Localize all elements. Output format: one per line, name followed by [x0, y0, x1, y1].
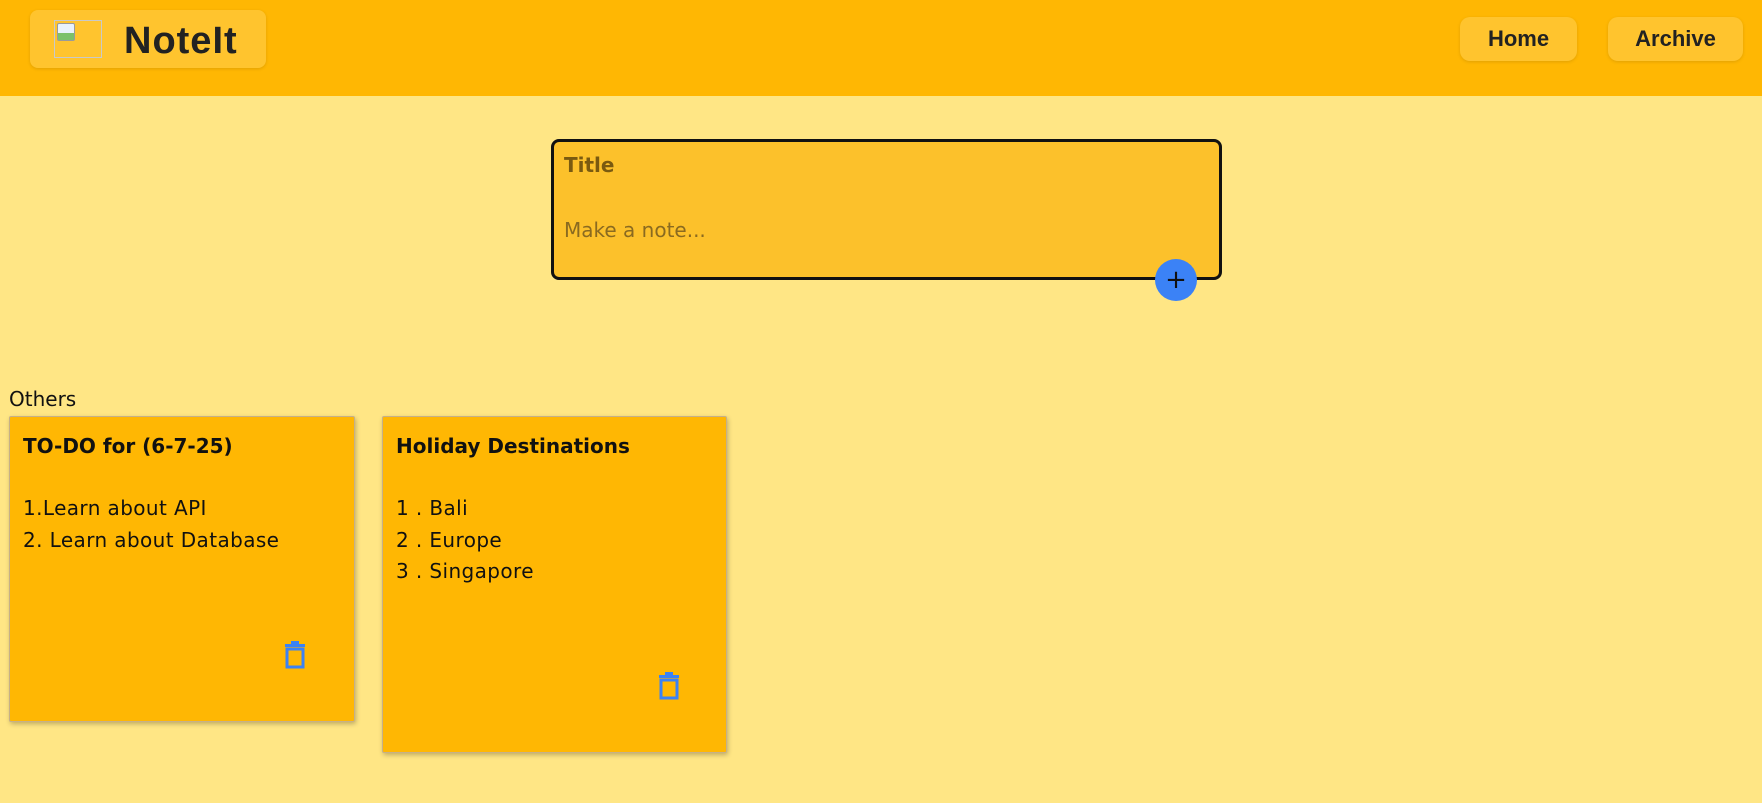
broken-image-icon: [57, 23, 75, 41]
home-button[interactable]: Home: [1460, 17, 1577, 61]
trash-icon[interactable]: [282, 641, 308, 669]
note-line: 3 . Singapore: [396, 559, 534, 583]
title-input[interactable]: [564, 150, 1204, 180]
note-line: 2. Learn about Database: [23, 527, 280, 552]
app-name: NoteIt: [124, 20, 238, 62]
add-note-button[interactable]: +: [1155, 259, 1197, 301]
plus-icon: +: [1165, 265, 1187, 295]
brand[interactable]: NoteIt: [30, 10, 266, 68]
note-content: 1.Learn about API 2. Learn about Databas…: [23, 493, 279, 556]
note-content: 1 . Bali 2 . Europe 3 . Singapore: [396, 493, 534, 588]
note-line: 1.Learn about API: [23, 496, 207, 520]
note-title: TO-DO for (6-7-25): [23, 434, 233, 458]
note-input[interactable]: [564, 218, 1204, 252]
note-line: 1 . Bali: [396, 496, 469, 520]
note-line: 2 . Europe: [396, 527, 503, 552]
app-header: NoteIt Home Archive: [0, 0, 1762, 96]
trash-icon[interactable]: [656, 672, 682, 700]
note-card[interactable]: Holiday Destinations 1 . Bali 2 . Europe…: [382, 416, 727, 753]
note-title: Holiday Destinations: [396, 434, 630, 458]
note-composer: [551, 139, 1222, 280]
logo-image: [54, 20, 102, 58]
note-card[interactable]: TO-DO for (6-7-25) 1.Learn about API 2. …: [9, 416, 355, 722]
section-label-others: Others: [9, 387, 77, 411]
archive-button[interactable]: Archive: [1608, 17, 1743, 61]
